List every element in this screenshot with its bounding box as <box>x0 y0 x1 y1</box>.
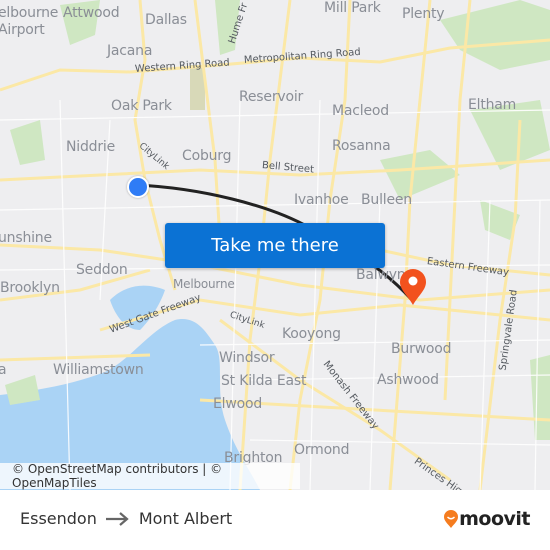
place-label: Eltham <box>468 97 517 113</box>
place-label: Airport <box>0 22 45 38</box>
destination-pin-icon[interactable] <box>398 268 428 306</box>
place-label: Jacana <box>107 43 153 59</box>
place-label: Oak Park <box>111 98 172 114</box>
place-label: Coburg <box>182 148 232 164</box>
map-attribution[interactable]: © OpenStreetMap contributors | © OpenMap… <box>0 462 300 490</box>
place-label: Plenty <box>402 6 445 22</box>
place-label: Ashwood <box>377 372 439 388</box>
place-label: Dallas <box>145 12 187 28</box>
place-label: Attwood <box>63 5 120 21</box>
map[interactable]: elbourne Airport Attwood Dallas Mill Par… <box>0 0 550 490</box>
place-label: Elwood <box>213 396 263 412</box>
place-label: Windsor <box>219 350 275 366</box>
moovit-wordmark: moovit <box>459 508 530 530</box>
place-label: Williamstown <box>53 362 144 378</box>
footer: Essendon Mont Albert moovit <box>0 490 550 550</box>
place-label: Ormond <box>294 442 350 458</box>
place-label: Reservoir <box>239 89 304 105</box>
place-label: Burwood <box>391 341 452 357</box>
place-label: elbourne <box>0 5 59 21</box>
place-label: Macleod <box>332 103 389 119</box>
place-label: Kooyong <box>282 326 341 342</box>
origin-name: Essendon <box>20 509 97 528</box>
destination-name: Mont Albert <box>138 509 233 528</box>
route-title: Essendon Mont Albert <box>20 509 232 528</box>
place-label: Melbourne <box>173 277 235 291</box>
place-label: Niddrie <box>66 139 115 155</box>
place-label: St Kilda East <box>221 373 307 389</box>
moovit-logo[interactable]: moovit <box>443 508 530 530</box>
place-label: Bulleen <box>361 192 412 208</box>
place-label: a <box>0 362 7 378</box>
place-label: Brooklyn <box>0 280 60 296</box>
place-label: Rosanna <box>332 138 391 154</box>
take-me-there-button[interactable]: Take me there <box>165 223 385 268</box>
place-label: Seddon <box>76 262 128 278</box>
arrow-right-icon <box>105 511 129 526</box>
origin-marker[interactable] <box>127 176 149 198</box>
place-label: Ivanhoe <box>294 192 349 208</box>
place-label: unshine <box>0 230 52 246</box>
place-label: Mill Park <box>324 0 381 16</box>
moovit-pin-icon <box>444 510 459 528</box>
